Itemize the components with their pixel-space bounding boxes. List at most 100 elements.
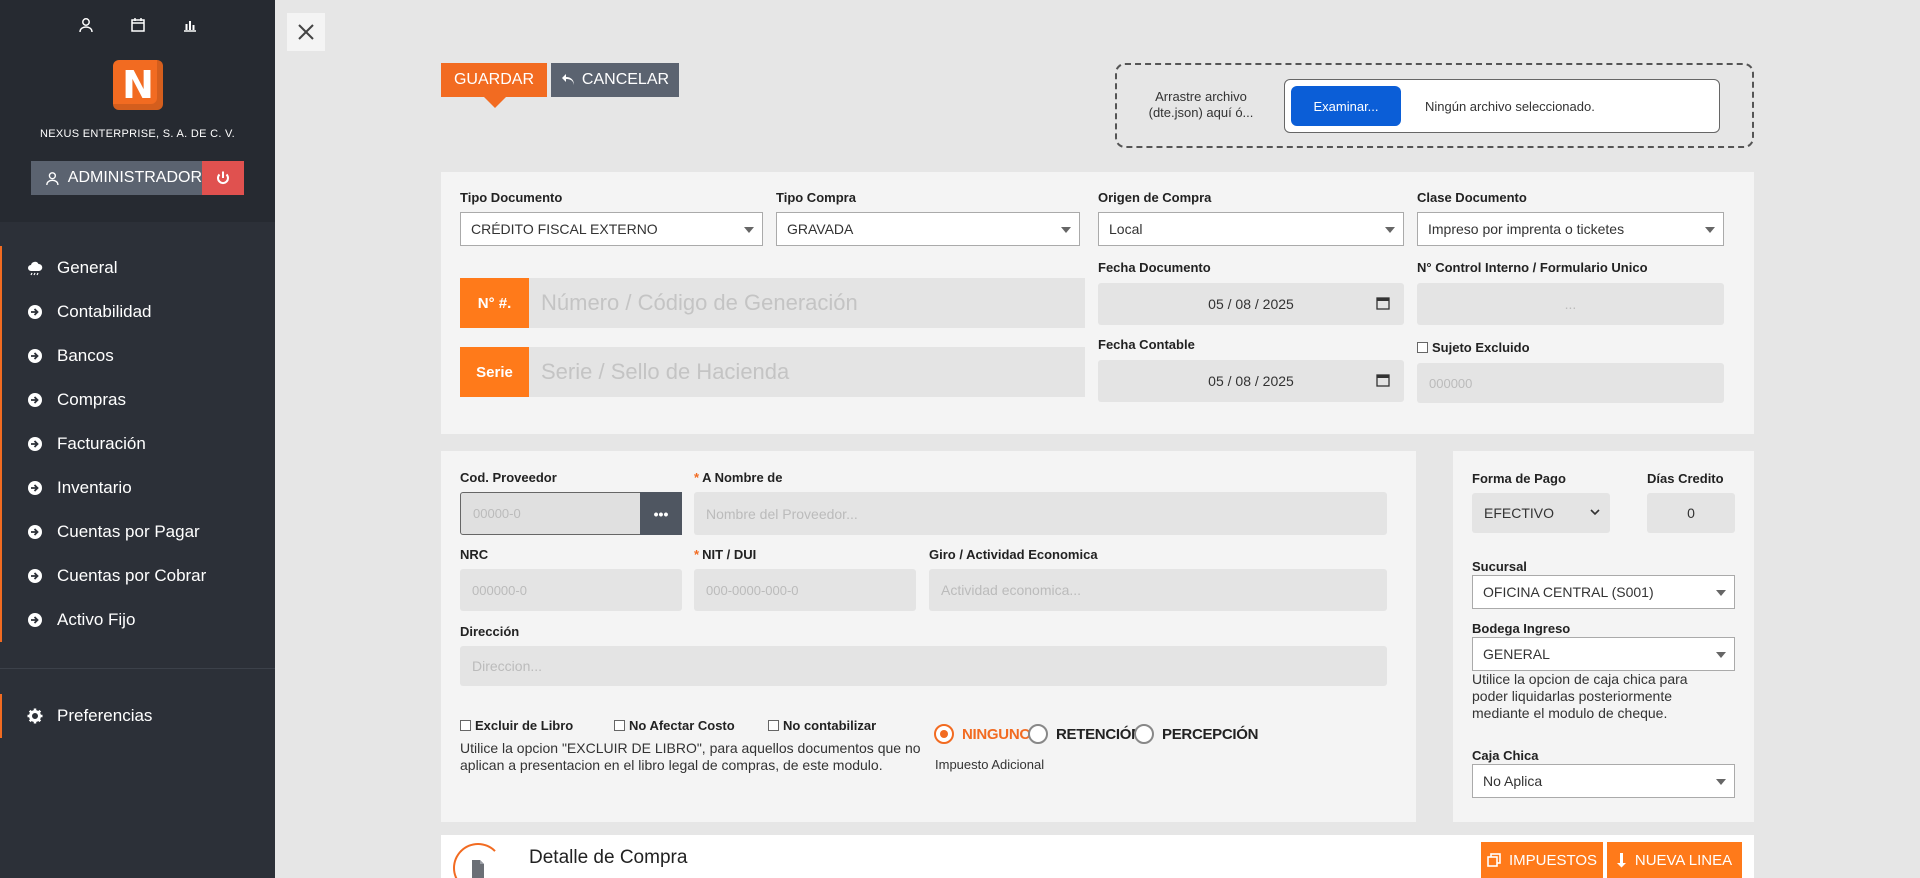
- dropzone-text: Arrastre archivo (dte.json) aquí ó...: [1148, 89, 1254, 120]
- file-input[interactable]: Examinar... Ningún archivo seleccionado.: [1284, 79, 1720, 133]
- file-dropzone[interactable]: Arrastre archivo (dte.json) aquí ó... Ex…: [1115, 63, 1754, 148]
- caja-chica-select[interactable]: No Aplica: [1472, 764, 1735, 798]
- sidebar-item-cuentas-por-pagar[interactable]: Cuentas por Pagar: [0, 510, 275, 554]
- serie-input[interactable]: Serie / Sello de Hacienda: [529, 347, 1085, 397]
- sidebar-item-cuentas-por-cobrar[interactable]: Cuentas por Cobrar: [0, 554, 275, 598]
- sidebar-item-general[interactable]: General: [0, 246, 275, 290]
- no-contabilizar-label: No contabilizar: [783, 718, 877, 733]
- nit-dui-input[interactable]: 000-0000-000-0: [694, 569, 916, 611]
- sidebar-item-label: Facturación: [57, 434, 146, 453]
- impuestos-label: IMPUESTOS: [1508, 851, 1598, 869]
- sujeto-excluido-checkbox[interactable]: Sujeto Excluido: [1417, 340, 1530, 355]
- no-file-text: Ningún archivo seleccionado.: [1425, 98, 1595, 114]
- caret-down-icon: [1716, 652, 1726, 658]
- cancel-label: CANCELAR: [581, 71, 670, 88]
- sidebar-item-facturacion[interactable]: Facturación: [0, 422, 275, 466]
- radio-retencion[interactable]: RETENCIÓN: [1028, 724, 1142, 744]
- checkbox-box[interactable]: [768, 720, 779, 731]
- chevron-down-icon: [1590, 509, 1600, 516]
- sidebar-divider: [0, 668, 275, 669]
- caret-down-icon: [1716, 779, 1726, 785]
- checkbox-box[interactable]: [460, 720, 471, 731]
- sidebar-item-contabilidad[interactable]: Contabilidad: [0, 290, 275, 334]
- document-icon: [453, 843, 503, 878]
- origen-compra-label: Origen de Compra: [1098, 190, 1212, 205]
- dias-credito-input[interactable]: 0: [1647, 493, 1735, 533]
- user-icon: [46, 171, 59, 185]
- clase-documento-select[interactable]: Impreso por imprenta o ticketes: [1417, 212, 1724, 246]
- no-contabilizar-checkbox[interactable]: No contabilizar: [768, 718, 876, 733]
- direccion-input[interactable]: Direccion...: [460, 646, 1387, 686]
- a-nombre-de-label: * A Nombre de: [694, 470, 783, 485]
- radio-ninguno[interactable]: NINGUNO: [934, 724, 1031, 744]
- forma-pago-select[interactable]: EFECTIVO: [1472, 493, 1610, 533]
- sidebar-item-preferencias[interactable]: Preferencias: [0, 694, 275, 738]
- company-name: NEXUS ENTERPRISE, S. A. DE C. V.: [39, 128, 236, 140]
- sucursal-select[interactable]: OFICINA CENTRAL (S001): [1472, 575, 1735, 609]
- excluir-libro-checkbox[interactable]: Excluir de Libro: [460, 718, 573, 733]
- search-provider-button[interactable]: •••: [640, 492, 682, 535]
- logout-button[interactable]: [202, 161, 244, 195]
- sidebar-item-compras[interactable]: Compras: [0, 378, 275, 422]
- arrow-circle-right-icon: [28, 393, 42, 407]
- radio-circle[interactable]: [1028, 724, 1048, 744]
- nueva-linea-button[interactable]: NUEVA LINEA: [1607, 842, 1742, 878]
- numero-input[interactable]: Número / Código de Generación: [529, 278, 1085, 328]
- calendar-icon[interactable]: [1376, 296, 1390, 310]
- tipo-documento-value: CRÉDITO FISCAL EXTERNO: [471, 221, 658, 237]
- fecha-documento-input[interactable]: 05 / 08 / 2025: [1098, 283, 1404, 325]
- origen-compra-select[interactable]: Local: [1098, 212, 1404, 246]
- sidebar-item-bancos[interactable]: Bancos: [0, 334, 275, 378]
- arrow-circle-right-icon: [28, 525, 42, 539]
- no-afectar-costo-checkbox[interactable]: No Afectar Costo: [614, 718, 735, 733]
- bar-chart-icon[interactable]: [177, 14, 203, 36]
- caret-down-icon: [1716, 590, 1726, 596]
- sujeto-excluido-input[interactable]: 000000: [1417, 363, 1724, 403]
- sidebar: N NEXUS ENTERPRISE, S. A. DE C. V. ADMIN…: [0, 0, 275, 878]
- tipo-compra-select[interactable]: GRAVADA: [776, 212, 1080, 246]
- giro-input[interactable]: Actividad economica...: [929, 569, 1387, 611]
- arrow-down-icon: [1616, 853, 1626, 868]
- checkbox-box[interactable]: [614, 720, 625, 731]
- tipo-compra-value: GRAVADA: [787, 221, 854, 237]
- close-icon: [298, 24, 314, 40]
- copy-icon: [1487, 853, 1501, 867]
- bodega-ingreso-select[interactable]: GENERAL: [1472, 637, 1735, 671]
- calendar-icon[interactable]: [1376, 373, 1390, 387]
- sujeto-excluido-label: Sujeto Excluido: [1432, 340, 1530, 355]
- tipo-compra-label: Tipo Compra: [776, 190, 856, 205]
- sidebar-item-activo-fijo[interactable]: Activo Fijo: [0, 598, 275, 642]
- sidebar-item-label: Preferencias: [57, 706, 153, 725]
- administrator-button[interactable]: ADMINISTRADOR: [31, 161, 202, 195]
- radio-circle[interactable]: [934, 724, 954, 744]
- fecha-documento-value: 05 / 08 / 2025: [1208, 296, 1294, 312]
- close-button[interactable]: [287, 13, 325, 51]
- detalle-compra-header: Detalle de Compra IMPUESTOS NUEVA LINEA: [441, 835, 1754, 878]
- excluir-libro-label: Excluir de Libro: [475, 718, 574, 733]
- a-nombre-de-input[interactable]: Nombre del Proveedor...: [694, 492, 1387, 535]
- sidebar-menu: General Contabilidad Bancos Compras Fact…: [0, 246, 275, 642]
- radio-retencion-label: RETENCIÓN: [1056, 725, 1142, 743]
- radio-circle[interactable]: [1134, 724, 1154, 744]
- cod-proveedor-input[interactable]: 00000-0: [460, 492, 641, 535]
- fecha-contable-input[interactable]: 05 / 08 / 2025: [1098, 360, 1404, 402]
- save-button[interactable]: GUARDAR: [441, 63, 547, 97]
- forma-pago-value: EFECTIVO: [1484, 505, 1555, 521]
- impuestos-button[interactable]: IMPUESTOS: [1481, 842, 1603, 878]
- calendar-icon[interactable]: [125, 14, 151, 36]
- browse-button[interactable]: Examinar...: [1291, 86, 1401, 126]
- forma-pago-label: Forma de Pago: [1472, 471, 1566, 486]
- origen-compra-value: Local: [1109, 221, 1143, 237]
- control-interno-input[interactable]: ...: [1417, 283, 1724, 325]
- sidebar-item-label: Compras: [57, 390, 126, 409]
- sidebar-item-inventario[interactable]: Inventario: [0, 466, 275, 510]
- caja-chica-value: No Aplica: [1483, 773, 1543, 789]
- sidebar-item-label: Cuentas por Pagar: [57, 522, 200, 541]
- radio-percepcion[interactable]: PERCEPCIÓN: [1134, 724, 1258, 744]
- cancel-button[interactable]: CANCELAR: [551, 63, 679, 97]
- arrow-circle-right-icon: [28, 569, 42, 583]
- user-icon[interactable]: [73, 14, 99, 36]
- tipo-documento-select[interactable]: CRÉDITO FISCAL EXTERNO: [460, 212, 763, 246]
- nrc-input[interactable]: 000000-0: [460, 569, 682, 611]
- checkbox-box[interactable]: [1417, 342, 1428, 353]
